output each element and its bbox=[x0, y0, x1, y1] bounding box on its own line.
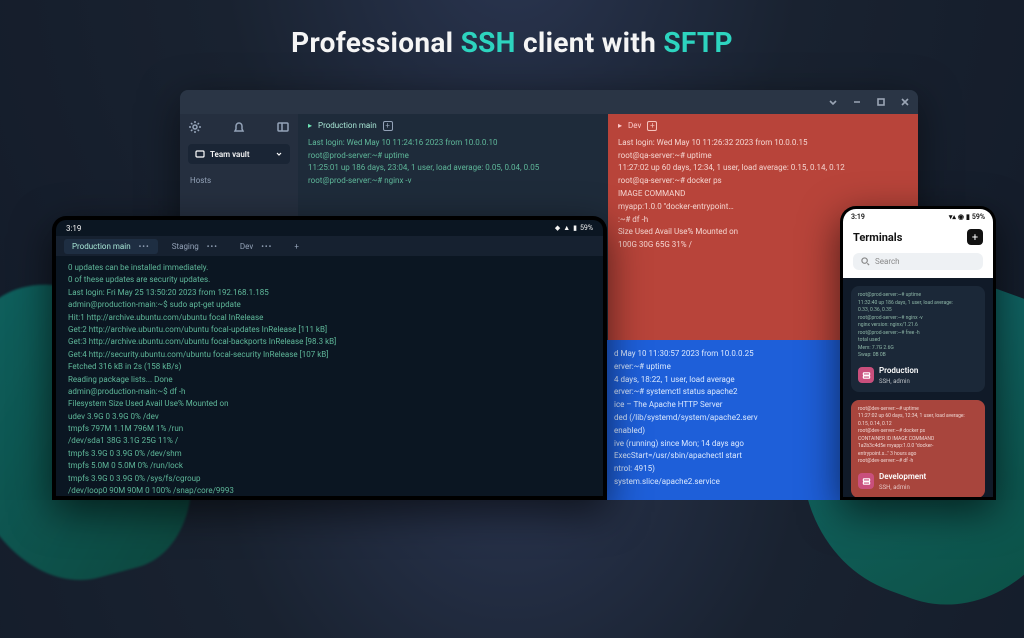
sidebar-section-hosts[interactable]: Hosts bbox=[188, 172, 290, 189]
tab-menu-icon[interactable]: ••• bbox=[139, 242, 150, 251]
headline: Professional SSH client with SFTP bbox=[0, 26, 1024, 59]
terminal-output[interactable]: 0 updates can be installed immediately.0… bbox=[56, 256, 603, 496]
search-input[interactable]: Search bbox=[853, 253, 983, 270]
signal-icon: ▲ bbox=[563, 224, 570, 232]
terminal-tab[interactable]: Production main bbox=[318, 120, 377, 133]
panel-icon[interactable] bbox=[276, 120, 290, 134]
battery-icon: ▮ bbox=[966, 213, 970, 221]
new-tab-button[interactable]: + bbox=[383, 121, 393, 131]
phone-status-bar: 3:19 ▾▴ ◉ ▮ 59% bbox=[843, 209, 993, 225]
settings-icon[interactable] bbox=[188, 120, 202, 134]
minimize-icon[interactable] bbox=[852, 97, 862, 107]
add-terminal-button[interactable]: + bbox=[967, 229, 983, 245]
server-badge-icon bbox=[858, 367, 874, 383]
terminal-tab[interactable]: Production main••• bbox=[64, 239, 158, 254]
terminal-tab[interactable]: Dev••• bbox=[232, 239, 280, 254]
terminal-output: Last login: Wed May 10 11:24:16 2023 fro… bbox=[308, 137, 598, 188]
phone-header: Terminals + bbox=[843, 225, 993, 253]
card-title: Production bbox=[879, 365, 918, 377]
close-icon[interactable] bbox=[900, 97, 910, 107]
server-badge-icon bbox=[858, 473, 874, 489]
maximize-icon[interactable] bbox=[876, 97, 886, 107]
terminal-tab[interactable]: Staging••• bbox=[164, 239, 226, 254]
chevron-down-icon[interactable] bbox=[828, 97, 838, 107]
new-tab-button[interactable]: + bbox=[647, 121, 657, 131]
terminal-icon: ▸ bbox=[308, 120, 312, 133]
terminal-tab[interactable]: Dev bbox=[628, 120, 641, 133]
battery-icon: ▮ bbox=[573, 224, 577, 232]
phone-device: 3:19 ▾▴ ◉ ▮ 59% Terminals + Search root@… bbox=[840, 206, 996, 500]
tab-menu-icon[interactable]: ••• bbox=[261, 242, 272, 251]
tablet-status-bar: 3:19 ◆ ▲ ▮ 59% bbox=[56, 220, 603, 236]
terminal-card-list: root@prod-server:~# uptime 11:32:40 up 1… bbox=[843, 278, 993, 497]
tablet-tabs: Production main••• Staging••• Dev••• + bbox=[56, 236, 603, 256]
terminal-icon: ▸ bbox=[618, 120, 622, 133]
card-title: Development bbox=[879, 471, 926, 483]
signal-icon: ▾▴ bbox=[949, 213, 956, 221]
page-title: Terminals bbox=[853, 231, 902, 244]
card-subtitle: SSH, admin bbox=[879, 483, 926, 492]
card-subtitle: SSH, admin bbox=[879, 377, 918, 386]
tablet-device: 3:19 ◆ ▲ ▮ 59% Production main••• Staging… bbox=[52, 216, 607, 500]
wifi-icon: ◉ bbox=[958, 213, 964, 221]
window-titlebar bbox=[180, 90, 918, 114]
new-tab-button[interactable]: + bbox=[286, 239, 307, 254]
wifi-icon: ◆ bbox=[555, 224, 560, 232]
bell-icon[interactable] bbox=[232, 120, 246, 134]
terminal-card[interactable]: root@dev-server:~# uptime 11:27:02 up 60… bbox=[851, 400, 985, 498]
team-vault-selector[interactable]: Team vault bbox=[188, 144, 290, 164]
tab-menu-icon[interactable]: ••• bbox=[207, 242, 218, 251]
terminal-card[interactable]: root@prod-server:~# uptime 11:32:40 up 1… bbox=[851, 286, 985, 392]
